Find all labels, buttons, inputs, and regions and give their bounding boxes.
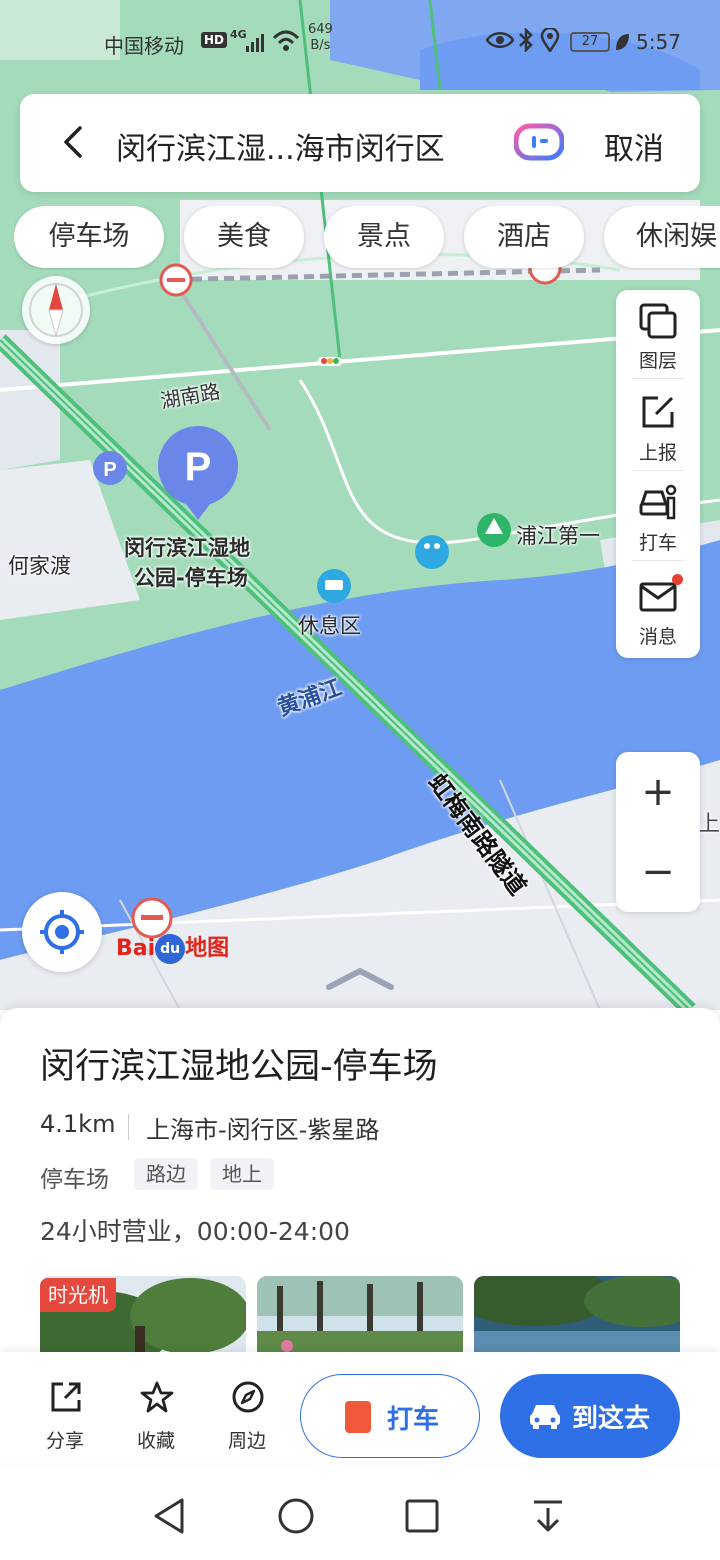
taxi-button-label: 打车 (387, 1405, 440, 1435)
tool-taxi-label: 打车 (638, 532, 677, 554)
wifi-icon (272, 30, 300, 51)
taxi-button[interactable]: 打车 (300, 1374, 480, 1458)
place-photo[interactable] (257, 1276, 463, 1356)
tool-layers-label: 图层 (638, 350, 677, 372)
place-tag-ground: 地上 (210, 1158, 274, 1190)
place-tag-roadside: 路边 (134, 1158, 198, 1190)
speed-unit: B/s (310, 38, 331, 53)
signal-icon (246, 34, 264, 52)
compass-button[interactable] (22, 276, 90, 344)
search-query-text[interactable]: 闵行滨江湿...海市闵行区 (116, 124, 445, 168)
nav-recents-icon[interactable] (402, 1496, 442, 1536)
logo-bai: Bai (116, 936, 156, 961)
favorite-button[interactable]: 收藏 (121, 1376, 191, 1452)
network-speed: 649 B/s (308, 22, 333, 54)
action-bar: 分享 收藏 周边 打车 到这去 (0, 1352, 720, 1462)
photo-lake-image (474, 1276, 680, 1356)
place-category: 停车场 (40, 1167, 109, 1193)
logo-paw: du (155, 934, 186, 964)
nav-back-icon[interactable] (150, 1496, 190, 1536)
nearby-label: 周边 (227, 1430, 266, 1452)
chip-parking[interactable]: 停车场 (14, 206, 164, 268)
place-distance: 4.1km (40, 1110, 116, 1138)
share-icon (51, 1382, 81, 1412)
red-envelope-icon (345, 1401, 371, 1433)
poi-label-pujiang[interactable]: 浦江第一 (516, 520, 600, 550)
clock: 5:57 (636, 30, 681, 54)
taxi-icon (639, 484, 677, 520)
map-edge-label: 上 (698, 812, 720, 837)
tool-divider (632, 470, 684, 471)
car-icon (530, 1405, 560, 1429)
poi-label-parking[interactable]: 闵行滨江湿地 (124, 532, 250, 562)
tool-messages[interactable]: 消息 (616, 566, 700, 654)
go-here-button[interactable]: 到这去 (500, 1374, 680, 1458)
back-arrow-icon[interactable] (54, 122, 94, 162)
tool-report[interactable]: 上报 (616, 382, 700, 470)
time-machine-badge: 时光机 (40, 1278, 116, 1312)
nearby-button[interactable]: 周边 (212, 1376, 282, 1452)
chip-attractions[interactable]: 景点 (324, 206, 444, 268)
poi-label-parking-line2[interactable]: 公园-停车场 (134, 562, 248, 592)
tool-divider (632, 560, 684, 561)
map-tools-panel: 图层 上报 打车 消息 (616, 290, 700, 658)
carrier-name: 中国移动 (104, 34, 184, 58)
photo-forest-image (257, 1276, 463, 1356)
voice-assistant-icon[interactable] (514, 122, 564, 162)
category-chips: 停车场 美食 景点 酒店 休闲娱 (14, 206, 720, 270)
baidu-map-logo: Bai du 地图 (116, 930, 229, 966)
chip-food[interactable]: 美食 (184, 206, 304, 268)
speed-value: 649 (308, 22, 333, 37)
go-here-label: 到这去 (572, 1404, 651, 1434)
poi-label-rest-area[interactable]: 休息区 (298, 610, 361, 640)
info-divider (128, 1114, 129, 1140)
place-hours: 24小时营业，00:00-24:00 (40, 1217, 350, 1246)
eye-icon (486, 32, 514, 48)
tool-report-label: 上报 (638, 442, 677, 464)
svg-text:P: P (185, 445, 212, 489)
star-icon (140, 1381, 174, 1413)
compass-icon (29, 283, 83, 338)
layers-icon (639, 303, 677, 339)
sheet-expand-chevron-icon[interactable] (325, 965, 395, 991)
cancel-button[interactable]: 取消 (604, 124, 664, 168)
zoom-in-button[interactable]: + (616, 752, 700, 832)
bluetooth-icon (519, 28, 533, 52)
battery-indicator: 27 (570, 32, 610, 52)
leaf-icon (616, 34, 629, 50)
share-label: 分享 (45, 1430, 84, 1452)
zoom-controls: + − (616, 752, 700, 912)
svg-text:P: P (103, 459, 116, 481)
nav-home-icon[interactable] (276, 1496, 316, 1536)
logo-ditu: 地图 (185, 936, 230, 961)
zoom-out-button[interactable]: − (616, 832, 700, 912)
report-edit-icon (642, 396, 674, 428)
share-button[interactable]: 分享 (30, 1376, 100, 1452)
network-type: 4G (230, 28, 247, 41)
chip-hotels[interactable]: 酒店 (464, 206, 584, 268)
place-address[interactable]: 上海市-闵行区-紫星路 (146, 1110, 379, 1145)
location-status-icon (540, 28, 560, 52)
my-location-button[interactable] (22, 892, 102, 972)
nav-notification-down-icon[interactable] (528, 1496, 568, 1536)
tool-messages-label: 消息 (638, 626, 677, 648)
tool-divider (632, 378, 684, 379)
crosshair-icon (40, 910, 84, 954)
place-title: 闵行滨江湿地公园-停车场 (40, 1047, 438, 1087)
chip-leisure[interactable]: 休闲娱 (604, 206, 720, 268)
compass-nearby-icon (232, 1381, 264, 1413)
tool-layers[interactable]: 图层 (616, 290, 700, 378)
tool-taxi[interactable]: 打车 (616, 472, 700, 560)
place-label-hejiadu: 何家渡 (8, 554, 71, 578)
favorite-label: 收藏 (136, 1430, 175, 1452)
place-photo[interactable] (474, 1276, 680, 1356)
status-bar: 中国移动 HD 4G 649 B/s 27 5:57 (0, 22, 720, 62)
hd-badge: HD (201, 32, 228, 48)
system-navigation-bar (0, 1470, 720, 1560)
search-bar[interactable]: 闵行滨江湿...海市闵行区 取消 (20, 94, 700, 192)
unread-dot (672, 574, 683, 585)
